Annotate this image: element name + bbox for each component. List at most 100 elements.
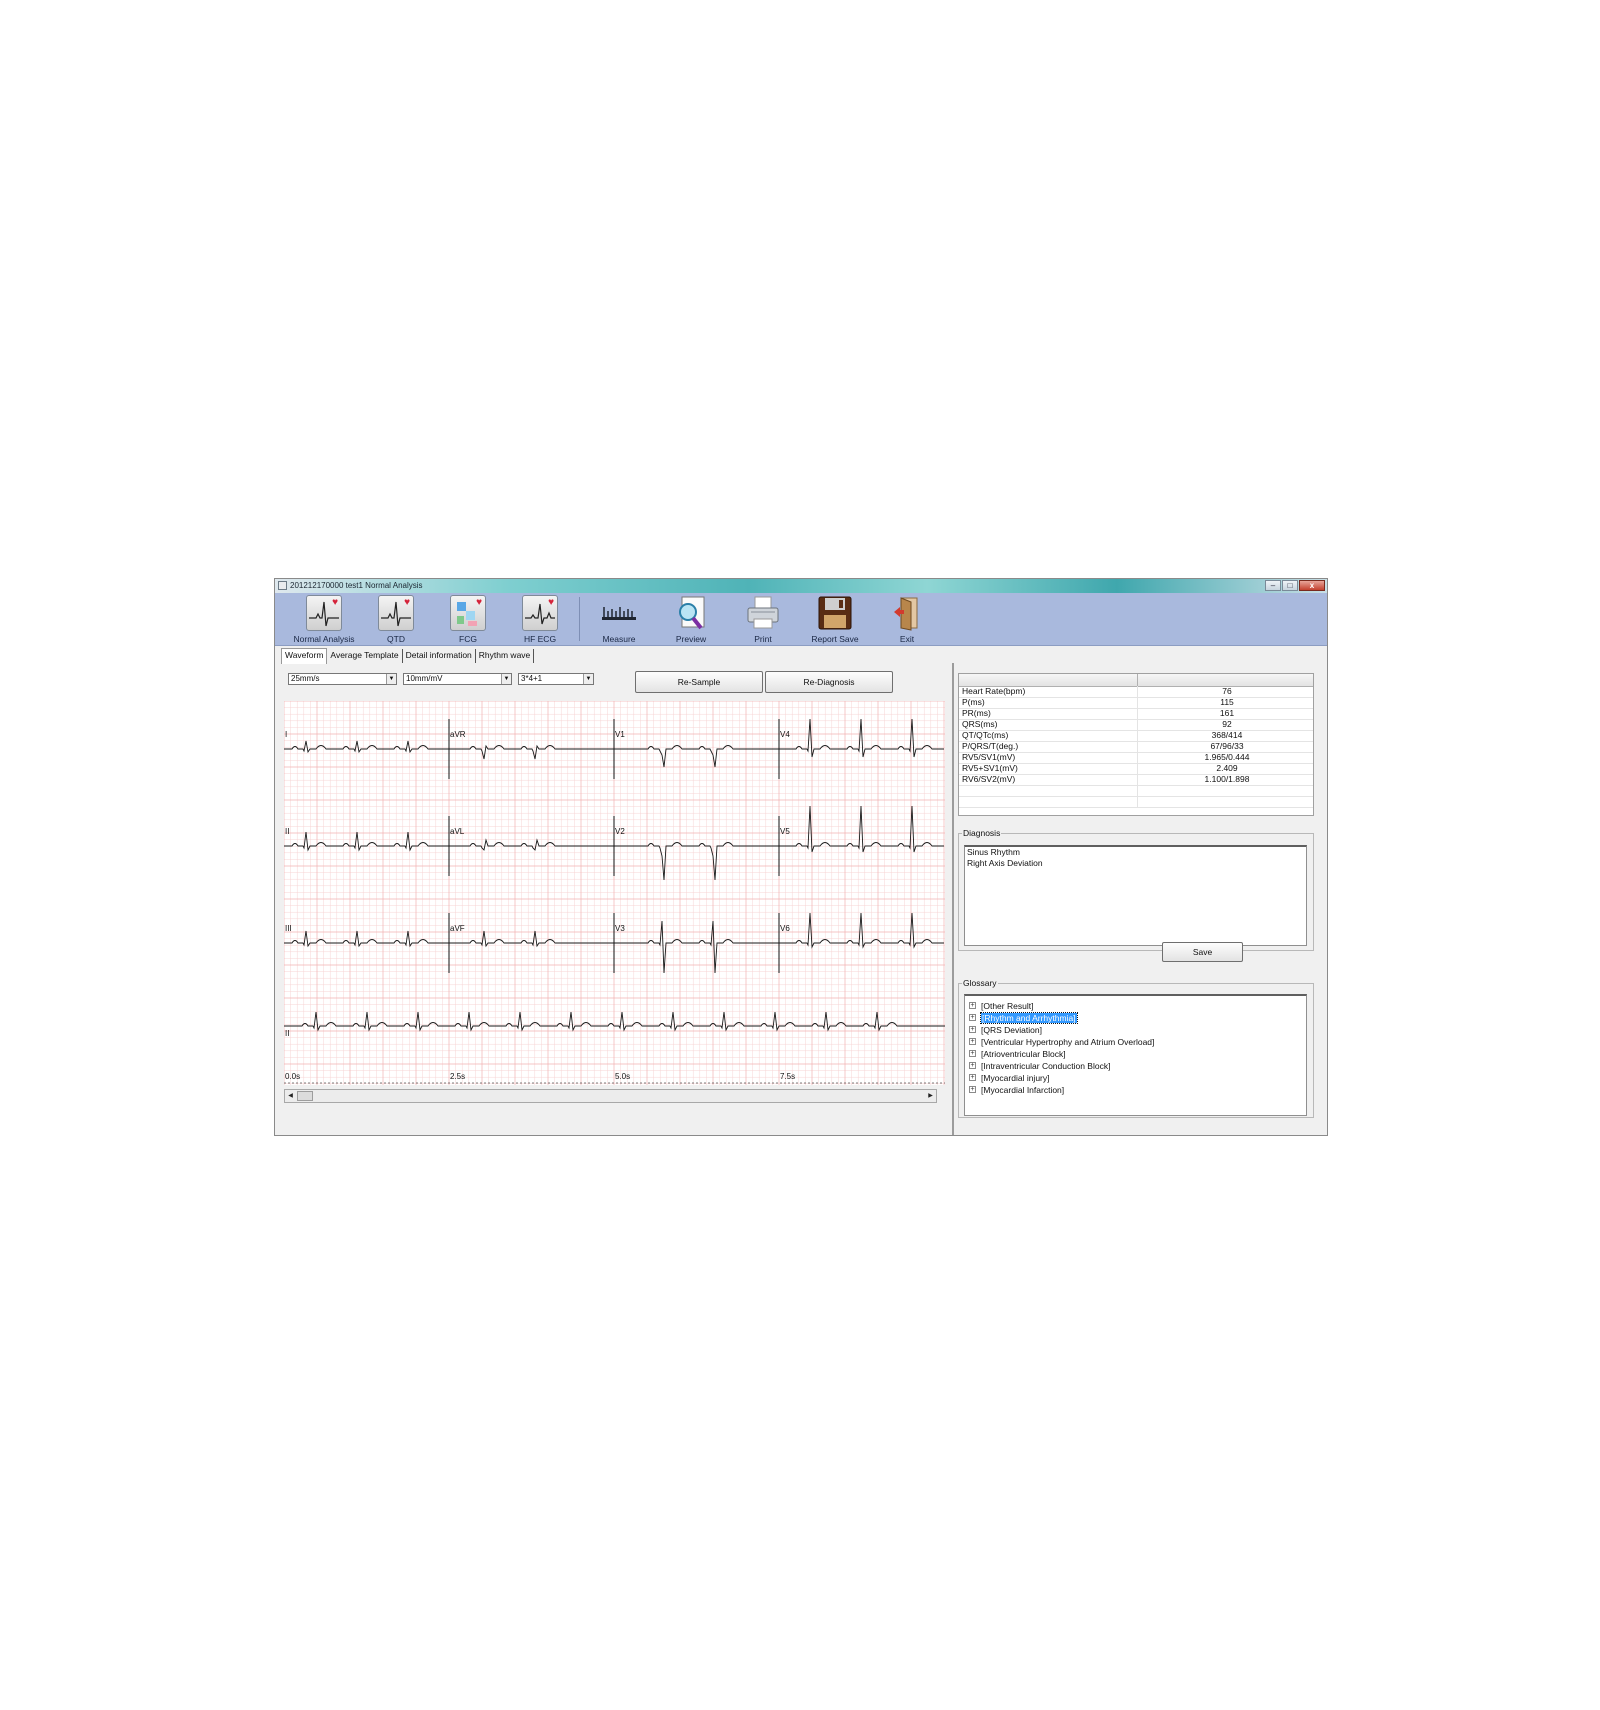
gain-select[interactable]: 10mm/mV ▼ bbox=[403, 673, 512, 685]
measurement-key: P/QRS/T(deg.) bbox=[962, 741, 1019, 751]
magnifier-icon bbox=[673, 595, 709, 631]
expand-plus-icon[interactable]: + bbox=[969, 1026, 976, 1033]
measurement-key: RV5/SV1(mV) bbox=[962, 752, 1016, 762]
scroll-thumb[interactable] bbox=[297, 1091, 313, 1101]
tool-label: Normal Analysis bbox=[293, 634, 355, 644]
tool-label: QTD bbox=[387, 634, 405, 644]
glossary-item[interactable]: + [Atrioventricular Block] bbox=[965, 1048, 1306, 1060]
glossary-item[interactable]: + [Intraventricular Conduction Block] bbox=[965, 1060, 1306, 1072]
measurement-value: 1.100/1.898 bbox=[1137, 774, 1316, 785]
measurement-value: 2.409 bbox=[1137, 763, 1316, 774]
layout-select[interactable]: 3*4+1 ▼ bbox=[518, 673, 594, 685]
hf-ecg-button[interactable]: ♥ HF ECG bbox=[508, 595, 572, 644]
expand-plus-icon[interactable]: + bbox=[969, 1074, 976, 1081]
expand-plus-icon[interactable]: + bbox=[969, 1086, 976, 1093]
measurement-value: 1.965/0.444 bbox=[1137, 752, 1316, 763]
toolbar-separator bbox=[579, 597, 580, 641]
tool-label: FCG bbox=[459, 634, 477, 644]
chevron-down-icon: ▼ bbox=[386, 674, 396, 684]
speed-value: 25mm/s bbox=[291, 674, 320, 683]
scroll-left-arrow-icon[interactable]: ◀ bbox=[285, 1090, 296, 1102]
chevron-down-icon: ▼ bbox=[501, 674, 511, 684]
print-button[interactable]: Print bbox=[731, 595, 795, 644]
tab-waveform[interactable]: Waveform bbox=[281, 648, 328, 664]
save-button[interactable]: Save bbox=[1162, 942, 1243, 962]
glossary-tree: + [Other Result] + [Rhythm and Arrhythmia] +… bbox=[964, 994, 1307, 1116]
floppy-disk-icon bbox=[817, 595, 853, 631]
measurement-key: PR(ms) bbox=[962, 708, 991, 718]
diagnosis-textbox[interactable]: Sinus Rhythm Right Axis Deviation bbox=[964, 845, 1307, 946]
empty-table-row bbox=[959, 796, 1313, 808]
qtd-button[interactable]: ♥ QTD bbox=[364, 595, 428, 644]
app-icon bbox=[278, 581, 287, 590]
ecg-heart-icon: ♥ bbox=[378, 595, 414, 631]
expand-plus-icon[interactable]: + bbox=[969, 1014, 976, 1021]
glossary-item-label: [Intraventricular Conduction Block] bbox=[981, 1061, 1111, 1071]
time-label: 2.5s bbox=[450, 1072, 465, 1081]
ecg-heart-icon: ♥ bbox=[306, 595, 342, 631]
glossary-item[interactable]: + [Myocardial injury] bbox=[965, 1072, 1306, 1084]
glossary-item-label: [Ventricular Hypertrophy and Atrium Over… bbox=[981, 1037, 1155, 1047]
normal-analysis-button[interactable]: ♥ Normal Analysis bbox=[292, 595, 356, 644]
preview-button[interactable]: Preview bbox=[659, 595, 723, 644]
measure-button[interactable]: Measure bbox=[587, 595, 651, 644]
exit-button[interactable]: Exit bbox=[875, 595, 939, 644]
lead-label: I bbox=[285, 730, 287, 739]
glossary-item-label: [Atrioventricular Block] bbox=[981, 1049, 1066, 1059]
glossary-item[interactable]: + [Other Result] bbox=[965, 1000, 1306, 1012]
re-sample-button[interactable]: Re-Sample bbox=[635, 671, 763, 693]
measurement-key: RV5+SV1(mV) bbox=[962, 763, 1018, 773]
glossary-item[interactable]: + [QRS Deviation] bbox=[965, 1024, 1306, 1036]
expand-plus-icon[interactable]: + bbox=[969, 1062, 976, 1069]
expand-plus-icon[interactable]: + bbox=[969, 1002, 976, 1009]
expand-plus-icon[interactable]: + bbox=[969, 1038, 976, 1045]
scroll-right-arrow-icon[interactable]: ▶ bbox=[925, 1090, 936, 1102]
tool-label: HF ECG bbox=[523, 634, 557, 644]
measurement-value: 92 bbox=[1137, 719, 1316, 730]
lead-label: II bbox=[285, 827, 289, 836]
glossary-item[interactable]: + [Rhythm and Arrhythmia] bbox=[965, 1012, 1306, 1024]
tab-detail-information[interactable]: Detail information bbox=[403, 649, 476, 663]
empty-cell bbox=[1137, 796, 1316, 807]
diagnosis-line: Right Axis Deviation bbox=[967, 858, 1043, 868]
app-window: 201212170000 test1 Normal Analysis – □ x… bbox=[274, 578, 1328, 1136]
minimize-button[interactable]: – bbox=[1265, 580, 1281, 591]
glossary-item[interactable]: + [Ventricular Hypertrophy and Atrium Ove… bbox=[965, 1036, 1306, 1048]
re-diagnosis-button[interactable]: Re-Diagnosis bbox=[765, 671, 893, 693]
measurement-table: Heart Rate(bpm) 76 P(ms) 115 PR(ms) 161 QRS(ms… bbox=[958, 673, 1314, 816]
glossary-item-label: [Rhythm and Arrhythmia] bbox=[980, 1012, 1078, 1024]
chevron-down-icon: ▼ bbox=[583, 674, 593, 684]
ecg-waveform-chart: IaVR V1 V4 II aVL V2 V5 III aVF V3 V6 II 0.0s 2.5s 5.0… bbox=[284, 701, 945, 1085]
empty-cell bbox=[1137, 785, 1316, 796]
glossary-item-label: [QRS Deviation] bbox=[981, 1025, 1042, 1035]
horizontal-scrollbar[interactable]: ◀ ▶ bbox=[284, 1089, 937, 1103]
maximize-button[interactable]: □ bbox=[1282, 580, 1298, 591]
glossary-item[interactable]: + [Myocardial Infarction] bbox=[965, 1084, 1306, 1096]
window-title: 201212170000 test1 Normal Analysis bbox=[290, 581, 423, 590]
speed-select[interactable]: 25mm/s ▼ bbox=[288, 673, 397, 685]
fcg-icon: ♥ bbox=[450, 595, 486, 631]
close-button[interactable]: x bbox=[1299, 580, 1325, 591]
tool-label: Exit bbox=[899, 634, 915, 644]
gain-value: 10mm/mV bbox=[406, 674, 443, 683]
lead-label: aVR bbox=[450, 730, 466, 739]
measurement-key: Heart Rate(bpm) bbox=[962, 686, 1026, 696]
lead-label: aVL bbox=[450, 827, 465, 836]
lead-label: V1 bbox=[615, 730, 625, 739]
report-save-button[interactable]: Report Save bbox=[803, 595, 867, 644]
tab-average-template[interactable]: Average Template bbox=[327, 649, 403, 663]
measurement-key: QT/QTc(ms) bbox=[962, 730, 1009, 740]
measurement-value: 76 bbox=[1137, 686, 1316, 697]
lead-label: V6 bbox=[780, 924, 790, 933]
measurement-value: 115 bbox=[1137, 697, 1316, 708]
lead-label: aVF bbox=[450, 924, 465, 933]
toolbar: ♥ Normal Analysis ♥ QTD ♥ FCG ♥ HF ECG M… bbox=[275, 593, 1327, 646]
printer-icon bbox=[745, 595, 781, 631]
glossary-label: Glossary bbox=[962, 978, 998, 988]
ecg-heart-icon: ♥ bbox=[522, 595, 558, 631]
tab-rhythm-wave[interactable]: Rhythm wave bbox=[476, 649, 535, 663]
expand-plus-icon[interactable]: + bbox=[969, 1050, 976, 1057]
lead-label: V5 bbox=[780, 827, 790, 836]
fcg-button[interactable]: ♥ FCG bbox=[436, 595, 500, 644]
rhythm-lead-label: II bbox=[285, 1029, 289, 1038]
